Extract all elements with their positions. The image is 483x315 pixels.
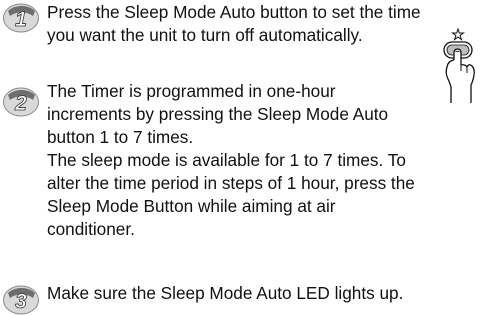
step-number-badge: 1 (2, 2, 40, 33)
step-number-badge: 2 (2, 86, 40, 117)
step-number: 2 (14, 92, 27, 115)
step-paragraph: The sleep mode is available for 1 to 7 t… (47, 150, 415, 239)
step-text: Make sure the Sleep Mode Auto LED lights… (47, 282, 472, 305)
step-text: Press the Sleep Mode Auto button to set … (47, 1, 472, 47)
step-number-badge: 3 (2, 284, 40, 315)
step-paragraph: The Timer is programmed in one-hour incr… (47, 81, 389, 147)
step-number: 1 (15, 8, 27, 31)
step-paragraph: Press the Sleep Mode Auto button to set … (47, 2, 421, 45)
step-number: 3 (15, 290, 27, 313)
instruction-page: 1 Press the Sleep Mode Auto button to se… (0, 0, 483, 315)
step-text: The Timer is programmed in one-hour incr… (47, 80, 467, 241)
step-paragraph: Make sure the Sleep Mode Auto LED lights… (47, 283, 404, 303)
